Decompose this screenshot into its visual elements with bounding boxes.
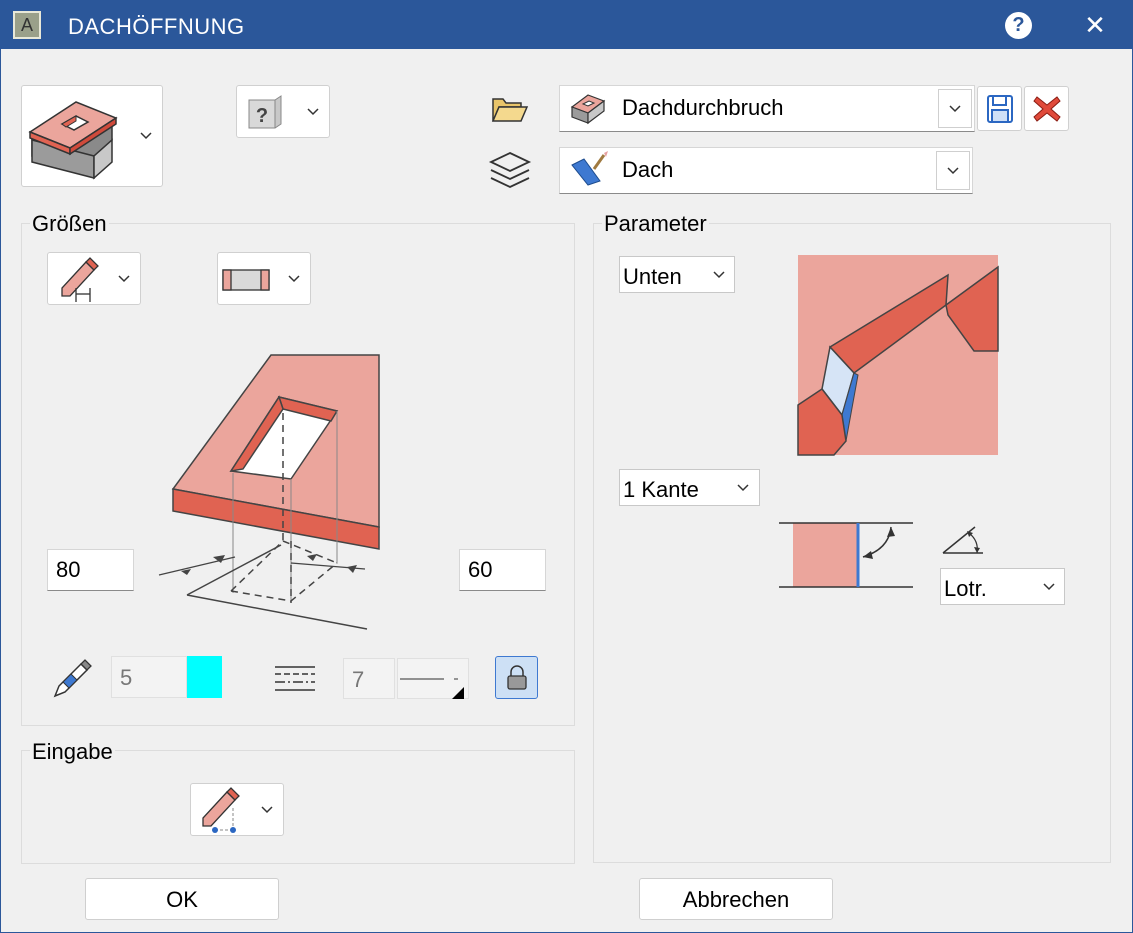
pen-thickness-value: 5 [120, 665, 133, 690]
depth-input[interactable]: 60 [459, 549, 546, 591]
save-button[interactable] [977, 86, 1022, 131]
favorites-combo[interactable]: Dachdurchbruch [559, 85, 975, 132]
cancel-button[interactable]: Abbrechen [639, 878, 833, 920]
delete-x-icon [1033, 96, 1061, 122]
parameter-group-label: Parameter [602, 211, 709, 237]
question-box-icon: ? [248, 95, 282, 129]
chevron-down-icon [140, 132, 152, 140]
angle-icon [942, 526, 983, 554]
pencil-points-icon [202, 787, 240, 833]
favorites-name: Dachdurchbruch [622, 95, 784, 120]
layer-dropdown-button[interactable] [936, 151, 970, 190]
app-icon-letter: A [20, 15, 33, 35]
input-group [21, 750, 575, 864]
roof-edge-illustration [797, 255, 999, 456]
ok-button[interactable]: OK [85, 878, 279, 920]
pencil-dimension-icon [61, 257, 99, 302]
chevron-down-icon [1043, 583, 1055, 591]
dialog-title: DACHÖFFNUNG [68, 14, 245, 39]
chevron-down-icon [288, 275, 300, 283]
folder-open-icon[interactable] [491, 95, 529, 123]
line-type-value: 7 [352, 667, 365, 692]
angle-mode-value: Lotr. [944, 576, 987, 601]
depth-value: 60 [468, 557, 493, 582]
input-group-label: Eingabe [30, 739, 115, 765]
info-dropdown[interactable]: ? [236, 85, 330, 138]
app-icon: A [13, 11, 41, 39]
line-style-preview-icon [400, 678, 464, 699]
chevron-down-icon [261, 806, 273, 814]
line-style-dropdown[interactable] [397, 658, 469, 699]
layer-name: Dach [622, 157, 674, 182]
line-type-input[interactable]: 7 [343, 658, 395, 699]
section-type-dropdown[interactable] [217, 252, 311, 305]
help-button[interactable]: ? [1005, 12, 1032, 39]
roof-layer-icon [571, 151, 608, 186]
chevron-down-icon [947, 167, 959, 175]
edges-dropdown[interactable]: 1 Kante [619, 469, 760, 506]
chevron-down-icon [949, 105, 961, 113]
roof-opening-icon [570, 94, 606, 125]
position-dropdown[interactable]: Unten [619, 256, 735, 293]
dialog-window: A DACHÖFFNUNG ? ✕ ? Dachdurchbruch Dach … [0, 0, 1133, 933]
line-type-icon [275, 666, 315, 691]
close-button[interactable]: ✕ [1081, 9, 1109, 41]
roof-opening-type-icon [28, 101, 118, 180]
chevron-down-icon [118, 275, 130, 283]
pen-thickness-input[interactable]: 5 [111, 656, 187, 698]
favorites-dropdown-button[interactable] [938, 89, 972, 128]
edges-value: 1 Kante [623, 477, 699, 502]
svg-text:?: ? [256, 105, 268, 127]
angle-mode-dropdown[interactable]: Lotr. [940, 568, 1065, 605]
save-icon [987, 95, 1013, 123]
title-bar: A DACHÖFFNUNG ? ✕ [1, 1, 1132, 49]
opening-type-dropdown[interactable] [21, 85, 163, 187]
delete-button[interactable] [1024, 86, 1069, 131]
sizes-group-label: Größen [30, 211, 109, 237]
section-profile-icon [222, 269, 270, 291]
position-value: Unten [623, 264, 682, 289]
width-input[interactable]: 80 [47, 549, 134, 591]
pen-icon [53, 659, 92, 698]
lock-toggle-button[interactable] [495, 656, 538, 699]
width-value: 80 [56, 557, 81, 582]
lock-icon [507, 665, 527, 690]
pen-color-swatch[interactable] [187, 656, 222, 698]
layer-combo[interactable]: Dach [559, 147, 973, 194]
layers-icon[interactable] [488, 151, 532, 191]
size-input-mode-dropdown[interactable] [47, 252, 141, 305]
roof-opening-illustration [158, 354, 380, 630]
input-method-dropdown[interactable] [190, 783, 284, 836]
edge-section-diagram [779, 522, 913, 588]
chevron-down-icon [713, 271, 725, 279]
chevron-down-icon [737, 484, 749, 492]
chevron-down-icon [307, 108, 319, 116]
